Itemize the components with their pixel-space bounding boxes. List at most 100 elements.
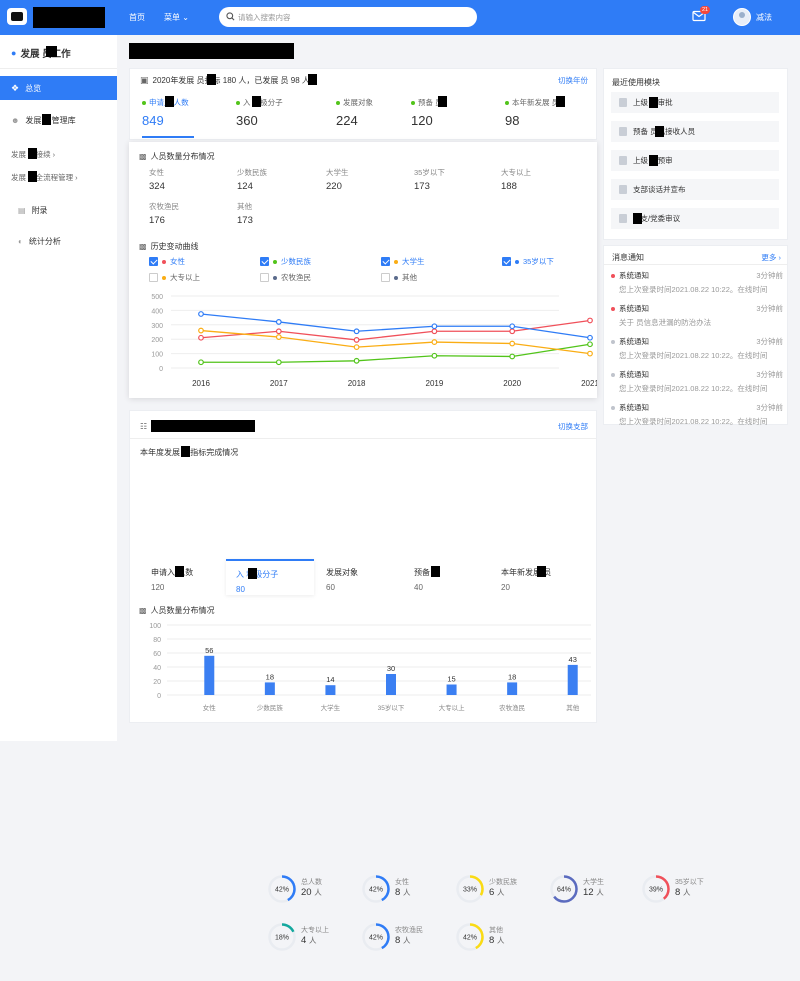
x-tick: 女性 — [203, 703, 217, 712]
donut-unit: 人 — [314, 888, 322, 897]
tab-3[interactable]: 预备 员 40 — [404, 559, 492, 595]
sidebar-item-overview[interactable]: ❖ 总览 — [0, 76, 117, 100]
stat-2[interactable]: 发展对象 224 — [336, 97, 373, 128]
legend-label: 大专以上 — [170, 273, 200, 282]
y-tick: 100 — [151, 352, 163, 359]
data-point — [275, 359, 282, 366]
data-point — [353, 357, 360, 364]
data-point — [431, 339, 438, 345]
user-name[interactable]: 减法 — [756, 12, 772, 23]
x-tick: 2019 — [426, 379, 444, 388]
recent-module[interactable]: 上级 委审批 — [611, 92, 779, 113]
sidebar-item-member-library[interactable]: ☻ 发展 员管理库 — [0, 108, 117, 132]
donut-pct: 42% — [369, 935, 383, 942]
donut-value: 8 人 — [395, 935, 410, 946]
nav-home[interactable]: 首页 — [129, 12, 145, 23]
tab-4[interactable]: 本年新发展 员 20 — [491, 559, 579, 595]
search-box[interactable] — [219, 7, 477, 27]
checkbox[interactable] — [502, 257, 511, 266]
data-point — [275, 319, 282, 325]
top-bar: 首页 菜单 ⌄ 21 减法 — [0, 0, 800, 35]
nav-menu[interactable]: 菜单 ⌄ — [164, 12, 189, 23]
status-dot — [142, 100, 146, 105]
sidebar-item-appendix[interactable]: ▤ 附录 — [0, 198, 117, 222]
notice-body: 您上次登录时间2021.08.22 10:22。在线时间 — [619, 351, 768, 360]
logo — [7, 8, 27, 25]
switch-branch-link[interactable]: 切换支部 — [558, 421, 588, 432]
donut-value: 8 人 — [675, 887, 690, 898]
x-tick: 35岁以下 — [378, 703, 405, 712]
notice-title-wrap: 系统通知 — [611, 270, 649, 281]
y-tick: 60 — [153, 651, 161, 658]
legend-item[interactable]: 大学生 — [381, 256, 425, 267]
legend-item[interactable]: 其他 — [381, 272, 417, 283]
notice-item[interactable]: 系统通知 3分钟前 您上次登录时间2021.08.22 10:22。在线时间 — [611, 270, 783, 295]
stat-0[interactable]: 申请入 人数 849 — [142, 96, 189, 128]
checkbox[interactable] — [149, 273, 158, 282]
module-icon — [619, 185, 627, 194]
donut-count: 8 — [675, 887, 681, 898]
avatar[interactable] — [733, 8, 751, 26]
notice-title: 系统通知 — [619, 271, 649, 280]
recent-module[interactable]: 支部谈话并宣布 — [611, 179, 779, 200]
y-tick: 200 — [151, 337, 163, 344]
bar — [446, 684, 457, 695]
checkbox[interactable] — [260, 257, 269, 266]
notice-item[interactable]: 系统通知 3分钟前 您上次登录时间2021.08.22 10:22。在线时间 — [611, 336, 783, 361]
notice-title-wrap: 系统通知 — [611, 303, 649, 314]
redaction — [28, 148, 37, 159]
notice-item[interactable]: 系统通知 3分钟前 您上次登录时间2021.08.22 10:22。在线时间 — [611, 402, 783, 427]
checkbox[interactable] — [381, 257, 390, 266]
donut-ring: 42% — [362, 923, 390, 951]
recent-module[interactable]: 预备 员拟接收人员 — [611, 121, 779, 142]
legend-item[interactable]: 大专以上 — [149, 272, 200, 283]
bar — [386, 674, 396, 695]
legend-item[interactable]: 农牧渔民 — [260, 272, 311, 283]
checkbox[interactable] — [149, 257, 158, 266]
legend-dot — [394, 275, 398, 280]
stat-1[interactable]: 入 积极分子 360 — [236, 96, 283, 128]
donut-ring: 39% — [642, 875, 670, 903]
notice-title: 系统通知 — [619, 304, 649, 313]
sidebar-item-label: 统计分析 — [28, 236, 61, 246]
sidebar-item-statistics[interactable]: ◐ 统计分析 — [0, 229, 117, 253]
search-icon — [226, 12, 235, 21]
bar — [325, 685, 336, 695]
data-point — [587, 317, 593, 324]
tab-value: 120 — [151, 583, 165, 592]
sidebar-sub-process[interactable]: 发展 员全流程管理 › — [11, 171, 78, 183]
stat-4[interactable]: 本年新发展 员 98 — [505, 96, 565, 128]
dist-cell: 农牧渔民 176 — [149, 201, 179, 226]
checkbox[interactable] — [260, 273, 269, 282]
sidebar-sub-continue[interactable]: 发展 员接续 › — [11, 148, 55, 160]
switch-year-link[interactable]: 切换年份 — [558, 75, 588, 86]
data-point — [431, 323, 438, 330]
recent-module[interactable]: 总支/党委审议 — [611, 208, 779, 229]
tab-label-text: 申请入 人数 — [151, 568, 194, 577]
dist-label: 其他 — [237, 202, 252, 211]
distribution-header: ▩ 人员数量分布情况 — [139, 151, 215, 162]
notice-item[interactable]: 系统通知 3分钟前 关于 员信息泄漏的防治办法 — [611, 303, 783, 328]
legend-item[interactable]: 少数民族 — [260, 256, 311, 267]
legend-item[interactable]: 女性 — [149, 256, 185, 267]
redaction — [181, 446, 190, 457]
more-link[interactable]: 更多 › — [761, 252, 781, 263]
y-tick: 400 — [151, 308, 163, 315]
stat-label: 申请入 人数 — [142, 96, 189, 108]
search-input[interactable] — [238, 10, 458, 24]
tab-2[interactable]: 发展对象 60 — [316, 559, 404, 595]
legend-item[interactable]: 35岁以下 — [502, 256, 554, 267]
donut-pct: 64% — [557, 887, 571, 894]
stat-3[interactable]: 预备 员 120 — [411, 96, 447, 128]
donut-unit: 人 — [496, 888, 505, 897]
calendar-icon: ▣ — [140, 75, 149, 85]
y-tick: 100 — [149, 623, 161, 630]
tab-1[interactable]: 入 积极分子 80 — [226, 559, 314, 595]
data-point — [587, 334, 593, 341]
recent-module[interactable]: 上级 委预审 — [611, 150, 779, 171]
tab-0[interactable]: 申请入 人数 120 — [141, 559, 229, 595]
dist-cell: 大学生 220 — [326, 167, 349, 192]
data-point — [587, 341, 593, 348]
checkbox[interactable] — [381, 273, 390, 282]
notice-item[interactable]: 系统通知 3分钟前 您上次登录时间2021.08.22 10:22。在线时间 — [611, 369, 783, 394]
